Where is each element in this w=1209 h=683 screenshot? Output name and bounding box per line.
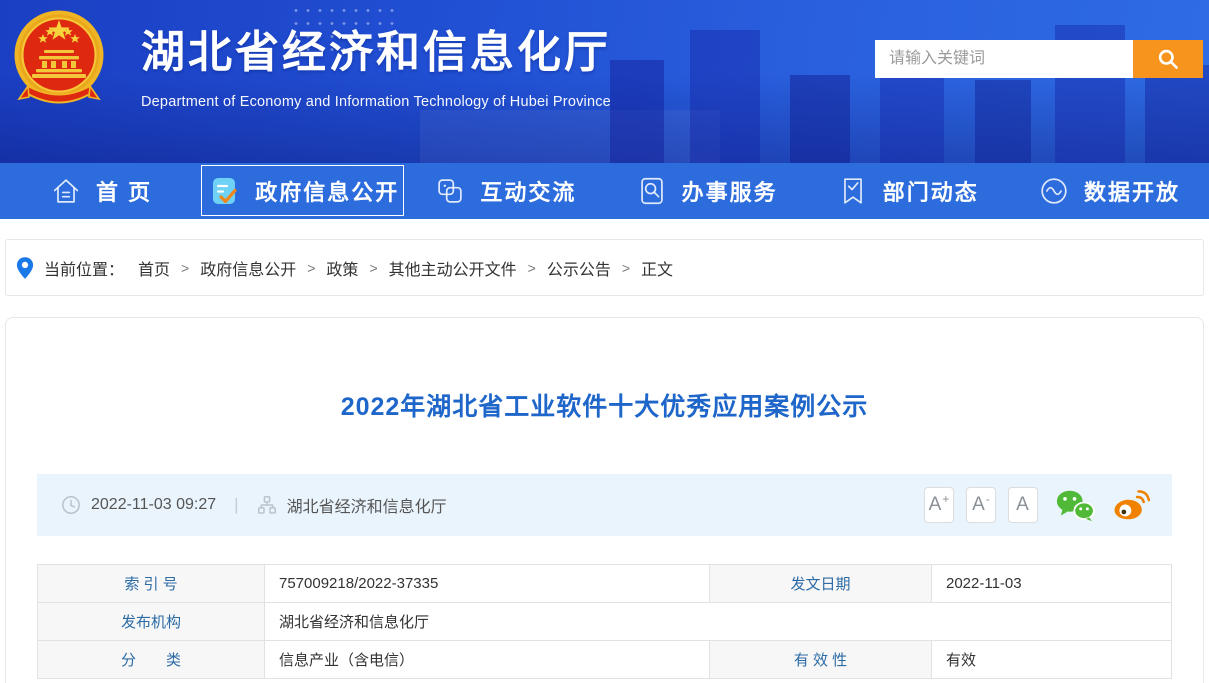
table-row: 发布机构 湖北省经济和信息化厅 (38, 603, 1172, 641)
main-nav: 首 页 政府信息公开 互动交流 办事服务 部门动态 (0, 163, 1209, 219)
nav-item-label: 互动交流 (480, 175, 576, 207)
document-info-table: 索 引 号 757009218/2022-37335 发文日期 2022-11-… (37, 564, 1172, 679)
news-icon (836, 174, 870, 208)
publisher-value: 湖北省经济和信息化厅 (265, 603, 1172, 641)
nav-item-data-open[interactable]: 数据开放 (1008, 163, 1209, 219)
nav-item-gov-info[interactable]: 政府信息公开 (201, 165, 404, 216)
breadcrumb-item-home[interactable]: 首页 (138, 256, 170, 280)
clock-icon (61, 495, 81, 515)
breadcrumb-label: 当前位置： (44, 256, 124, 280)
site-search (875, 40, 1203, 78)
category-value: 信息产业（含电信） (265, 641, 710, 679)
breadcrumb-separator: > (622, 260, 630, 276)
breadcrumb-item-policy[interactable]: 政策 (326, 256, 358, 280)
site-title-block: 湖北省经济和信息化厅 Department of Economy and Inf… (141, 16, 611, 110)
nav-item-news[interactable]: 部门动态 (807, 163, 1008, 219)
breadcrumb-separator: > (528, 260, 536, 276)
publish-source: 湖北省经济和信息化厅 (287, 493, 447, 517)
organization-icon (257, 495, 277, 515)
search-icon (1156, 47, 1180, 71)
breadcrumb: 当前位置： 首页 > 政府信息公开 > 政策 > 其他主动公开文件 > 公示公告… (5, 239, 1204, 296)
search-button[interactable] (1133, 40, 1203, 78)
publish-datetime: 2022-11-03 09:27 (91, 496, 216, 514)
breadcrumb-separator: > (181, 260, 189, 276)
article-title: 2022年湖北省工业软件十大优秀应用案例公示 (6, 390, 1203, 424)
site-header: 湖北省经济和信息化厅 Department of Economy and Inf… (0, 0, 1209, 163)
breadcrumb-item-current: 正文 (641, 256, 673, 280)
search-input[interactable] (875, 40, 1133, 78)
nav-item-home[interactable]: 首 页 (0, 163, 201, 219)
index-number-label: 索 引 号 (38, 565, 265, 603)
publisher-label: 发布机构 (38, 603, 265, 641)
nav-item-label: 办事服务 (682, 175, 778, 207)
site-title: 湖北省经济和信息化厅 (141, 16, 611, 80)
data-open-icon (1037, 174, 1071, 208)
article-meta-left: 2022-11-03 09:27 | 湖北省经济和信息化厅 (61, 493, 447, 517)
breadcrumb-item-announcements[interactable]: 公示公告 (547, 256, 611, 280)
breadcrumb-separator: > (369, 260, 377, 276)
font-decrease-button[interactable]: A- (966, 487, 996, 523)
nav-item-label: 首 页 (96, 175, 152, 207)
article-meta-right: A+ A- A (912, 487, 1150, 523)
site-subtitle: Department of Economy and Information Te… (141, 94, 611, 110)
gov-info-icon (206, 173, 242, 209)
services-icon (635, 174, 669, 208)
wechat-share-icon[interactable] (1055, 489, 1095, 522)
nav-item-services[interactable]: 办事服务 (606, 163, 807, 219)
nav-item-interaction[interactable]: 互动交流 (404, 163, 605, 219)
breadcrumb-item-other-public-docs[interactable]: 其他主动公开文件 (389, 256, 517, 280)
font-increase-button[interactable]: A+ (924, 487, 954, 523)
weibo-share-icon[interactable] (1112, 489, 1150, 521)
interaction-icon (433, 174, 467, 208)
nav-item-label: 政府信息公开 (255, 175, 399, 207)
validity-label: 有 效 性 (710, 641, 932, 679)
nav-item-label: 部门动态 (883, 175, 979, 207)
location-pin-icon (16, 256, 34, 280)
meta-divider: | (234, 495, 238, 515)
national-emblem (13, 4, 106, 117)
table-row: 索 引 号 757009218/2022-37335 发文日期 2022-11-… (38, 565, 1172, 603)
table-row: 分 类 信息产业（含电信） 有 效 性 有效 (38, 641, 1172, 679)
index-number-value: 757009218/2022-37335 (265, 565, 710, 603)
home-icon (49, 174, 83, 208)
article-card: 2022年湖北省工业软件十大优秀应用案例公示 2022-11-03 09:27 … (5, 317, 1204, 683)
nav-item-label: 数据开放 (1084, 175, 1180, 207)
issue-date-label: 发文日期 (710, 565, 932, 603)
article-meta-bar: 2022-11-03 09:27 | 湖北省经济和信息化厅 A+ A- A (37, 474, 1172, 536)
breadcrumb-separator: > (307, 260, 315, 276)
category-label: 分 类 (38, 641, 265, 679)
font-reset-button[interactable]: A (1008, 487, 1038, 523)
validity-value: 有效 (932, 641, 1172, 679)
issue-date-value: 2022-11-03 (932, 565, 1172, 603)
breadcrumb-item-gov-info[interactable]: 政府信息公开 (200, 256, 296, 280)
